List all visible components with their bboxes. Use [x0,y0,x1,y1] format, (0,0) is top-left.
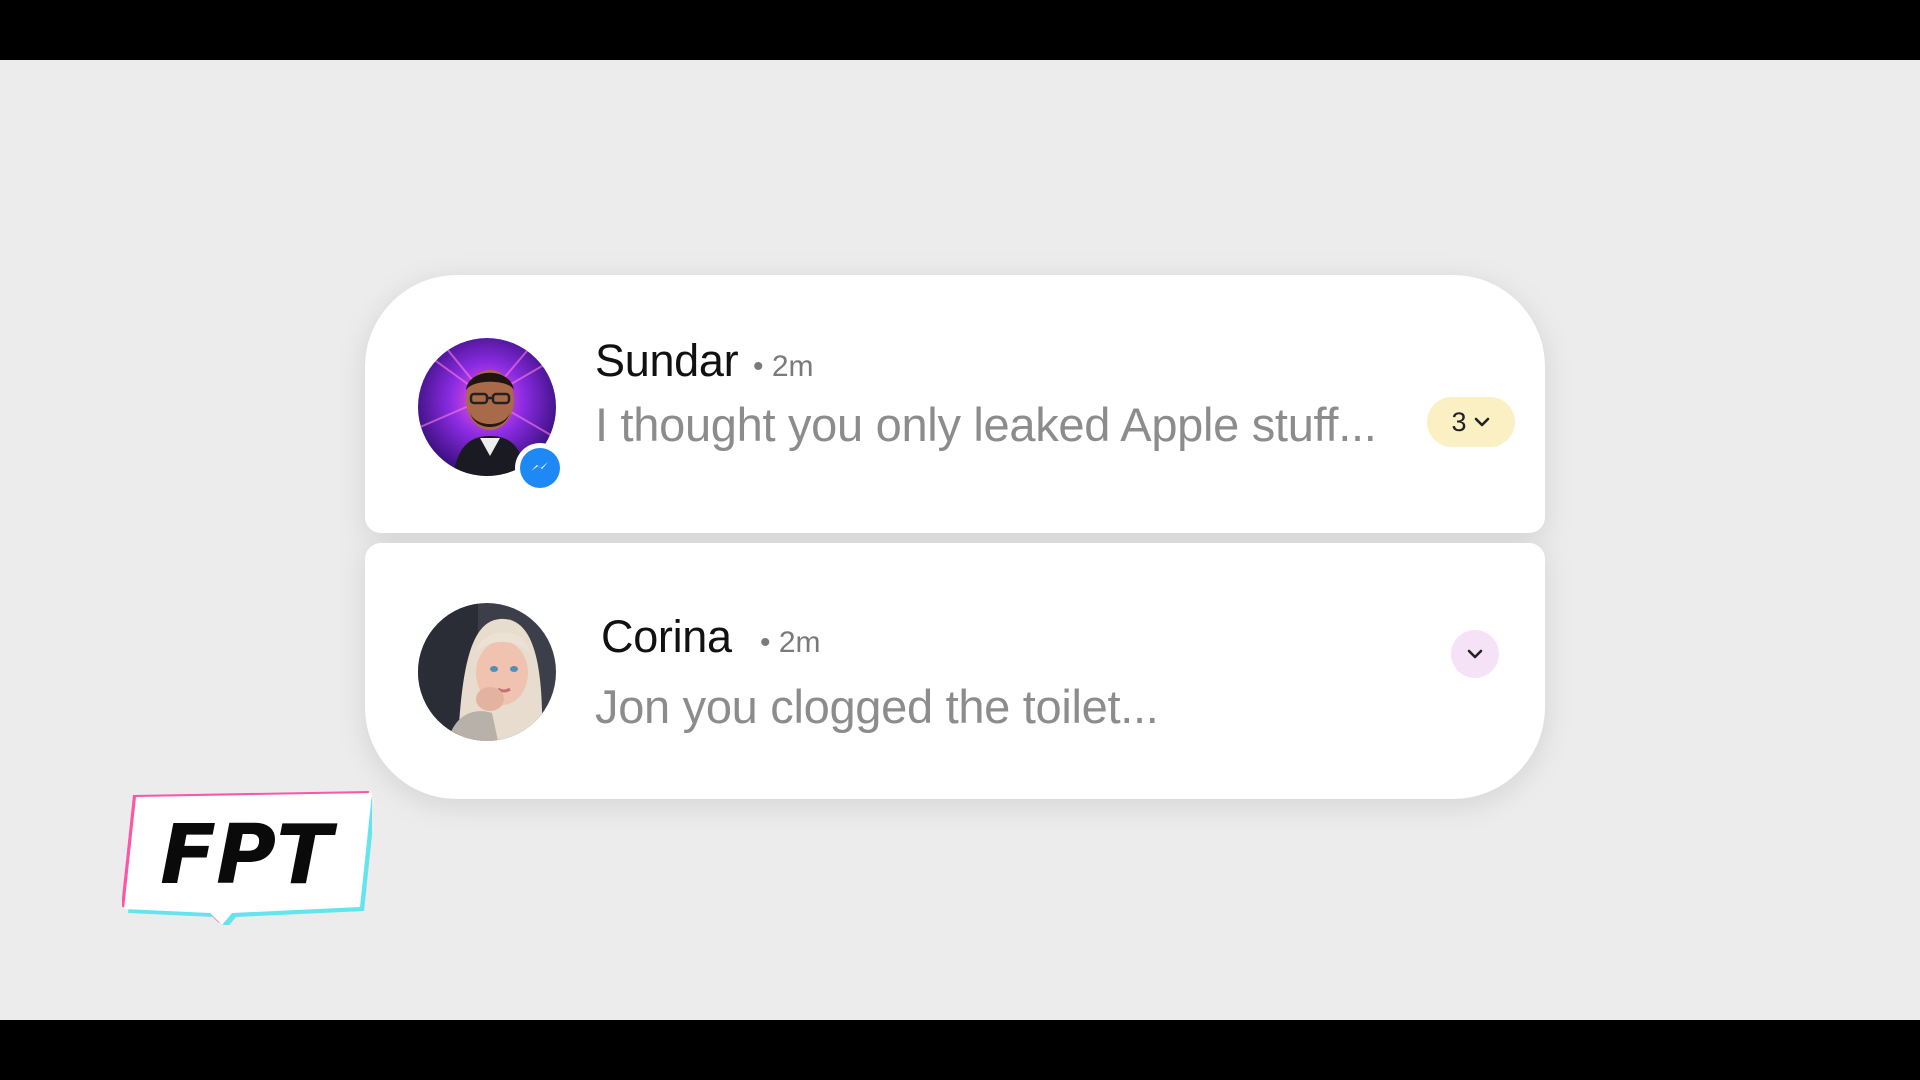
timestamp: • 2m [760,626,821,659]
message-preview: I thought you only leaked Apple stuff... [595,398,1377,451]
chevron-down-icon [1474,417,1489,427]
fpt-logo-text: FPT [160,808,338,903]
message-count: 3 [1451,406,1467,437]
letterbox-top [0,0,1920,60]
expand-button[interactable] [1451,630,1499,678]
notification-card-sundar[interactable]: Sundar • 2m I thought you only leaked Ap… [365,275,1545,533]
message-preview: Jon you clogged the toilet... [595,680,1159,733]
fpt-logo: FPT [121,785,376,929]
notification-screen: Sundar • 2m I thought you only leaked Ap… [0,60,1920,1020]
notification-group: Sundar • 2m I thought you only leaked Ap… [365,275,1545,799]
sender-name: Sundar [595,335,739,386]
expand-count-button[interactable]: 3 [1427,397,1515,447]
sender-name: Corina [601,611,732,662]
timestamp: • 2m [753,350,814,383]
chevron-down-icon [1467,649,1483,659]
messenger-icon [520,448,560,488]
letterbox-bottom [0,1020,1920,1080]
notification-card-corina[interactable]: Corina • 2m Jon you clogged the toilet..… [365,543,1545,799]
messenger-badge [515,443,565,493]
avatar-corina [418,603,556,741]
